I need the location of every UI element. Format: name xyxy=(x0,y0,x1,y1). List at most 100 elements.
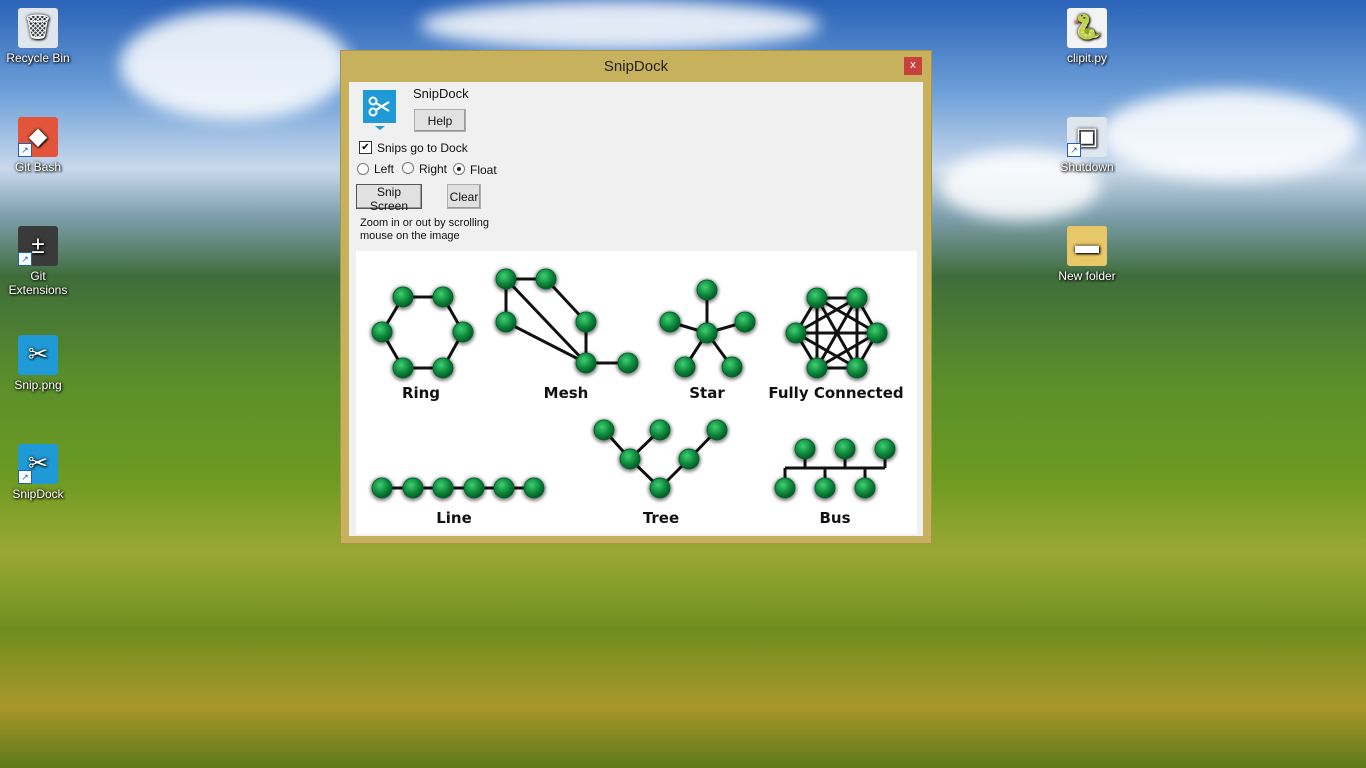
clear-button[interactable]: Clear xyxy=(447,184,481,209)
ring-node xyxy=(452,321,474,343)
bus-node xyxy=(854,477,876,499)
cloud xyxy=(1100,90,1360,180)
desktop-icon-label: Recycle Bin xyxy=(6,51,70,65)
star-node xyxy=(721,356,743,378)
desktop-icon-git-bash[interactable]: ◆ ↗ Git Bash xyxy=(0,117,76,174)
radio-float-label: Float xyxy=(470,163,497,177)
snips-to-dock-label: Snips go to Dock xyxy=(377,141,468,155)
python-file-icon: 🐍 xyxy=(1067,8,1107,48)
mesh-node xyxy=(575,311,597,333)
ring-node xyxy=(371,321,393,343)
desktop-icon-snip-png[interactable]: ✂ Snip.png xyxy=(0,335,76,392)
fully-connected-node xyxy=(846,357,868,379)
star-node xyxy=(696,279,718,301)
ring-node xyxy=(432,357,454,379)
fully-connected-node xyxy=(866,322,888,344)
tree-node xyxy=(649,419,671,441)
tree-node xyxy=(678,448,700,470)
tree-node xyxy=(649,477,671,499)
bus-node xyxy=(774,477,796,499)
shortcut-arrow-icon: ↗ xyxy=(18,470,32,484)
bus-node xyxy=(794,438,816,460)
star-node xyxy=(696,322,718,344)
star-node xyxy=(734,311,756,333)
desktop-icon-recycle-bin[interactable]: 🗑 Recycle Bin xyxy=(0,8,76,65)
desktop-icon-label: New folder xyxy=(1058,269,1116,283)
network-topologies-image: Ring Mesh Star Fully Connected Line Tree… xyxy=(370,268,904,527)
label-line: Line xyxy=(436,509,472,527)
scissors-logo-icon xyxy=(363,90,396,130)
desktop-icon-git-extensions[interactable]: ± ↗ Git Extensions xyxy=(0,226,76,297)
snip-image-panel[interactable]: Ring Mesh Star Fully Connected Line Tree… xyxy=(356,251,917,534)
line-node xyxy=(523,477,545,499)
snipdock-window: SnipDock x SnipDock Help ✔ Snips go to D… xyxy=(340,50,932,544)
cloud xyxy=(120,10,350,120)
line-node xyxy=(371,477,393,499)
help-button[interactable]: Help xyxy=(414,109,466,132)
radio-left[interactable] xyxy=(357,163,369,175)
shortcut-arrow-icon: ↗ xyxy=(1067,143,1081,157)
desktop-icon-shutdown[interactable]: ▣ ↗ Shutdown xyxy=(1049,117,1125,174)
radio-right[interactable] xyxy=(402,162,414,174)
snips-to-dock-checkbox[interactable]: ✔ xyxy=(359,141,372,154)
snip-image-icon: ✂ xyxy=(18,335,58,375)
desktop-icon-snipdock[interactable]: ✂ ↗ SnipDock xyxy=(0,444,76,501)
mesh-node xyxy=(617,352,639,374)
line-node xyxy=(493,477,515,499)
label-fully-connected: Fully Connected xyxy=(768,384,903,402)
hint-line-2: mouse on the image xyxy=(360,230,460,242)
ring-node xyxy=(392,286,414,308)
mesh-node xyxy=(495,268,517,290)
label-star: Star xyxy=(689,384,725,402)
desktop-icon-new-folder[interactable]: ▬ New folder xyxy=(1049,226,1125,283)
bus-node xyxy=(814,477,836,499)
star-node xyxy=(674,356,696,378)
label-bus: Bus xyxy=(819,509,850,527)
recycle-bin-icon: 🗑 xyxy=(18,8,58,48)
bus-node xyxy=(834,438,856,460)
line-node xyxy=(463,477,485,499)
desktop-icon-label: Git Extensions xyxy=(8,269,68,297)
mesh-edge xyxy=(505,320,587,365)
git-extensions-icon: ± ↗ xyxy=(18,226,58,266)
star-node xyxy=(659,311,681,333)
tree-node xyxy=(593,419,615,441)
snipdock-icon: ✂ ↗ xyxy=(18,444,58,484)
desktop-icon-label: Snip.png xyxy=(14,378,62,392)
mesh-node xyxy=(535,268,557,290)
git-bash-icon: ◆ ↗ xyxy=(18,117,58,157)
fully-connected-node xyxy=(846,287,868,309)
shortcut-arrow-icon: ↗ xyxy=(18,252,32,266)
fully-connected-node xyxy=(806,287,828,309)
label-mesh: Mesh xyxy=(544,384,589,402)
desktop-icon-label: SnipDock xyxy=(12,487,64,501)
fully-connected-node xyxy=(806,357,828,379)
label-tree: Tree xyxy=(643,509,679,527)
ring-node xyxy=(432,286,454,308)
hint-line-1: Zoom in or out by scrolling xyxy=(360,217,489,229)
cloud xyxy=(420,0,820,50)
window-client: SnipDock Help ✔ Snips go to Dock Left Ri… xyxy=(349,82,923,536)
bus-node xyxy=(874,438,896,460)
folder-icon: ▬ xyxy=(1067,226,1107,266)
tree-node xyxy=(706,419,728,441)
fully-connected-node xyxy=(785,322,807,344)
shortcut-arrow-icon: ↗ xyxy=(18,143,32,157)
snip-screen-button[interactable]: Snip Screen xyxy=(356,184,422,213)
tree-node xyxy=(619,448,641,470)
desktop-icon-clipit-py[interactable]: 🐍 clipit.py xyxy=(1049,8,1125,65)
shutdown-shortcut-icon: ▣ ↗ xyxy=(1067,117,1107,157)
ring-node xyxy=(392,357,414,379)
line-node xyxy=(432,477,454,499)
radio-right-label: Right xyxy=(419,162,448,176)
window-title: SnipDock xyxy=(603,58,669,75)
desktop-icon-label: Shutdown xyxy=(1060,160,1114,174)
close-button[interactable]: x xyxy=(904,57,922,75)
radio-left-label: Left xyxy=(374,162,395,176)
desktop-icon-label: clipit.py xyxy=(1066,51,1107,65)
line-node xyxy=(402,477,424,499)
mesh-node xyxy=(495,311,517,333)
radio-float[interactable] xyxy=(453,163,465,175)
label-ring: Ring xyxy=(402,384,440,402)
app-name: SnipDock xyxy=(413,86,469,101)
